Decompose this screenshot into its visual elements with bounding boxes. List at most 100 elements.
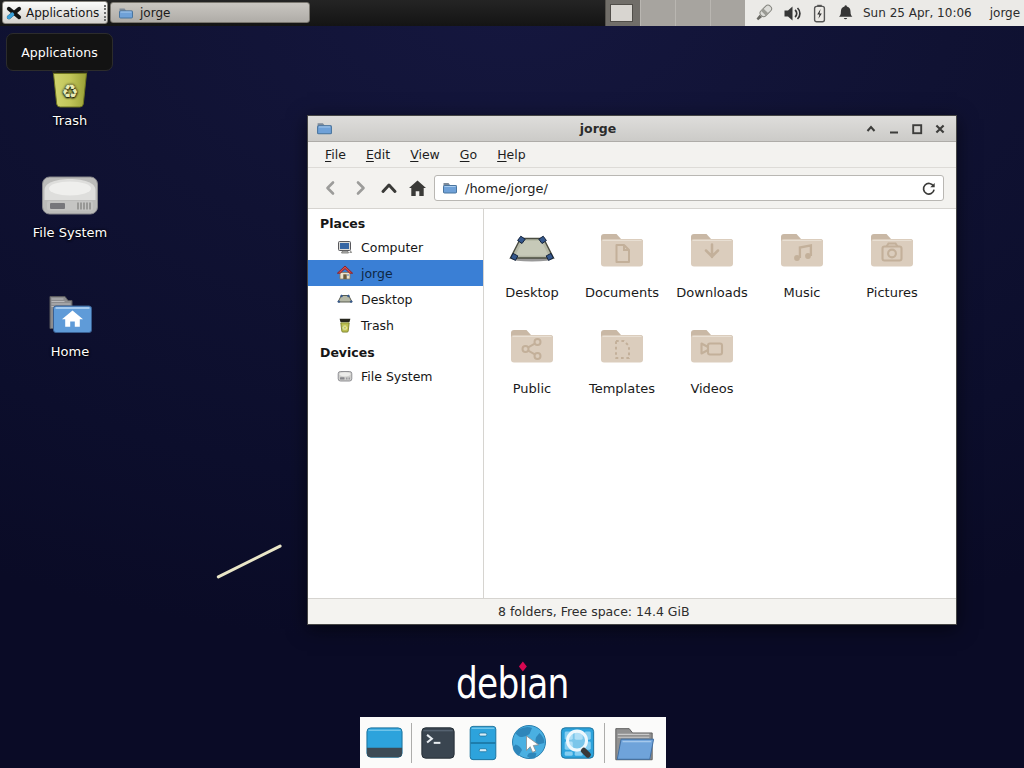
file-icon-label: Desktop xyxy=(487,285,577,300)
menu-go[interactable]: Go xyxy=(450,144,487,165)
close-button[interactable] xyxy=(932,121,948,137)
menu-view[interactable]: View xyxy=(400,144,450,165)
statusbar: 8 folders, Free space: 14.4 GiB xyxy=(308,598,956,624)
workspace-window-preview xyxy=(610,4,633,22)
panel-handle[interactable] xyxy=(104,5,107,21)
xfce-logo-icon xyxy=(6,5,22,21)
dock-web-browser-launcher[interactable] xyxy=(509,723,551,763)
folder-video-icon xyxy=(667,322,757,370)
applications-label: Applications xyxy=(26,6,99,20)
file-icon-documents[interactable]: Documents xyxy=(577,223,667,319)
desktop-icon-label: File System xyxy=(15,225,125,240)
file-icon-pictures[interactable]: Pictures xyxy=(847,223,937,319)
folder-template-icon xyxy=(577,322,667,370)
file-icon-label: Templates xyxy=(577,381,667,396)
folder-download-icon xyxy=(667,226,757,274)
top-panel: Applications jorge Sun 25 Apr, 10:06 jor… xyxy=(0,0,1024,26)
notifications-bell-icon[interactable] xyxy=(837,4,854,22)
folder-icon xyxy=(442,180,458,196)
sidebar-header-devices: Devices xyxy=(308,342,483,363)
folder-music-icon xyxy=(757,226,847,274)
workspace-1[interactable] xyxy=(606,0,641,26)
file-icon-music[interactable]: Music xyxy=(757,223,847,319)
sidebar-item-desktop[interactable]: Desktop xyxy=(308,286,483,312)
sidebar-item-label: File System xyxy=(361,369,433,384)
file-icon-templates[interactable]: Templates xyxy=(577,319,667,415)
toolbar: /home/jorge/ xyxy=(308,168,956,209)
back-button[interactable] xyxy=(316,173,345,203)
path-bar[interactable]: /home/jorge/ xyxy=(434,175,944,201)
menu-edit[interactable]: Edit xyxy=(356,144,400,165)
folder-document-icon xyxy=(577,226,667,274)
folder-camera-icon xyxy=(847,226,937,274)
dock-desktop-settings-launcher[interactable] xyxy=(365,723,404,762)
sidebar-item-computer[interactable]: Computer xyxy=(308,234,483,260)
sidebar-header-places: Places xyxy=(308,213,483,234)
workspace-3[interactable] xyxy=(676,0,711,26)
folder-share-icon xyxy=(487,322,577,370)
panel-user-menu[interactable]: jorge xyxy=(990,6,1020,20)
stray-line xyxy=(216,544,282,579)
desktop-icon-home[interactable]: Home xyxy=(15,294,125,359)
drive-mini-icon xyxy=(337,368,353,384)
applications-menu-button[interactable]: Applications xyxy=(2,1,108,24)
file-manager-window: jorge FileEditViewGoHelp /home/jorge/ Pl… xyxy=(307,115,957,625)
debian-swirl-dot xyxy=(518,662,526,672)
sidebar-item-trash[interactable]: ♻ Trash xyxy=(308,312,483,338)
dock-panel xyxy=(360,717,666,768)
file-icon-downloads[interactable]: Downloads xyxy=(667,223,757,319)
taskbar-window-button[interactable]: jorge xyxy=(110,2,310,23)
battery-icon[interactable] xyxy=(813,4,826,23)
sidebar-item-file-system[interactable]: File System xyxy=(308,363,483,389)
desktop: Applications jorge Sun 25 Apr, 10:06 jor… xyxy=(0,0,1024,768)
sidebar-item-jorge[interactable]: jorge xyxy=(308,260,483,286)
menubar: FileEditViewGoHelp xyxy=(308,142,956,168)
forward-button[interactable] xyxy=(345,173,374,203)
task-button-label: jorge xyxy=(140,6,170,20)
applications-tooltip: Applications xyxy=(6,33,113,71)
file-list: Desktop Documents Downloads Music Pictur… xyxy=(484,209,956,598)
svg-text:♻: ♻ xyxy=(342,324,348,332)
desktop-icon-label: Home xyxy=(15,344,125,359)
minimize-button[interactable] xyxy=(886,121,902,137)
menu-file[interactable]: File xyxy=(315,144,356,165)
computer-icon xyxy=(337,239,353,255)
file-icon-desktop[interactable]: Desktop xyxy=(487,223,577,319)
svg-text:♻: ♻ xyxy=(61,80,78,102)
file-icon-label: Public xyxy=(487,381,577,396)
file-icon-label: Downloads xyxy=(667,285,757,300)
window-icon xyxy=(316,120,333,137)
dock-app-finder-launcher[interactable] xyxy=(558,724,597,762)
volume-icon[interactable] xyxy=(783,5,803,22)
debian-logo: debıan xyxy=(0,658,1024,708)
folder-icon xyxy=(118,5,134,21)
dock-file-cabinet-launcher[interactable] xyxy=(464,724,502,762)
file-icon-public[interactable]: Public xyxy=(487,319,577,415)
path-text[interactable]: /home/jorge/ xyxy=(465,181,548,196)
desktop-mini-icon xyxy=(337,291,353,307)
menu-help[interactable]: Help xyxy=(487,144,536,165)
shade-button[interactable] xyxy=(863,121,879,137)
window-titlebar[interactable]: jorge xyxy=(308,116,956,142)
file-icon-label: Pictures xyxy=(847,285,937,300)
maximize-button[interactable] xyxy=(909,121,925,137)
sidebar-item-label: Computer xyxy=(361,240,423,255)
status-text: 8 folders, Free space: 14.4 GiB xyxy=(498,604,690,619)
home-button[interactable] xyxy=(403,173,432,203)
tablet-tool-icon[interactable] xyxy=(752,2,775,25)
dock-terminal-launcher[interactable] xyxy=(419,724,457,762)
workspace-2[interactable] xyxy=(641,0,676,26)
sidebar: Places Computer jorgeDesktop ♻ Trash Devices F… xyxy=(308,209,484,598)
sidebar-item-label: Trash xyxy=(361,318,394,333)
panel-clock[interactable]: Sun 25 Apr, 10:06 xyxy=(863,6,972,20)
dock-file-manager-launcher[interactable] xyxy=(612,723,656,763)
workspace-4[interactable] xyxy=(711,0,746,26)
trash-mini-icon: ♻ xyxy=(337,317,353,333)
up-button[interactable] xyxy=(374,173,403,203)
desktop-icon-file-system[interactable]: File System xyxy=(15,172,125,240)
file-icon-label: Music xyxy=(757,285,847,300)
workspace-switcher[interactable] xyxy=(605,0,746,26)
reload-button[interactable] xyxy=(921,181,936,196)
desktop-icon xyxy=(487,226,577,274)
file-icon-videos[interactable]: Videos xyxy=(667,319,757,415)
